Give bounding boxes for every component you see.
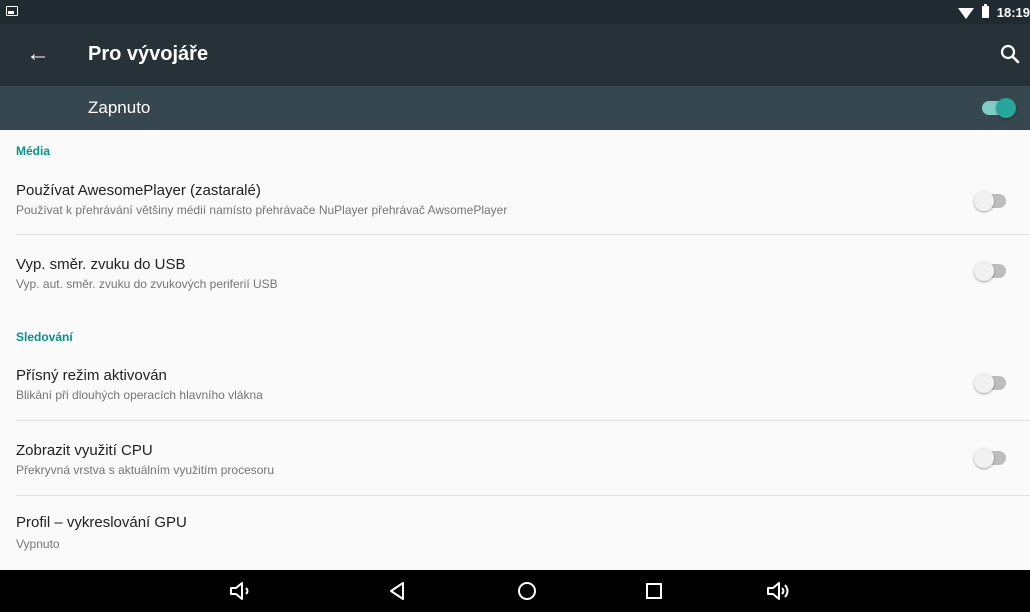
setting-subtitle: Překryvná vrstva s aktuálním využitím pr… — [16, 463, 275, 477]
setting-title: Používat AwesomePlayer (zastaralé) — [16, 182, 261, 199]
app-bar: ← Pro vývojáře — [0, 24, 1030, 86]
master-switch-label: Zapnuto — [88, 98, 151, 117]
master-switch-bar[interactable]: Zapnuto — [0, 86, 1030, 130]
status-icons: 18:19 — [957, 0, 1030, 24]
back-icon[interactable] — [385, 579, 411, 603]
page-title: Pro vývojáře — [88, 43, 209, 65]
master-switch[interactable] — [982, 98, 1016, 118]
strict-mode-switch[interactable] — [974, 373, 1008, 393]
divider — [16, 420, 1030, 421]
divider — [16, 495, 1030, 496]
setting-subtitle: Používat k přehrávání většiny médií namí… — [16, 203, 508, 217]
setting-gpu-rendering-profile[interactable]: Profil – vykreslování GPU Vypnuto — [0, 503, 1030, 565]
volume-down-icon[interactable] — [228, 579, 254, 603]
home-icon[interactable] — [514, 579, 540, 603]
usb-audio-switch[interactable] — [974, 261, 1008, 281]
image-notification-icon — [6, 6, 18, 16]
setting-awesomeplayer[interactable]: Používat AwesomePlayer (zastaralé) Použí… — [0, 170, 1030, 234]
setting-subtitle: Vyp. aut. směr. zvuku do zvukových perif… — [16, 277, 278, 291]
switch-thumb — [974, 448, 994, 468]
section-header-monitoring: Sledování — [16, 330, 73, 344]
setting-usb-audio-routing[interactable]: Vyp. směr. zvuku do USB Vyp. aut. směr. … — [0, 245, 1030, 309]
cpu-usage-switch[interactable] — [974, 448, 1008, 468]
setting-title: Profil – vykreslování GPU — [16, 514, 187, 531]
wifi-icon — [957, 7, 974, 19]
awesomeplayer-switch[interactable] — [974, 191, 1008, 211]
recents-icon[interactable] — [641, 579, 667, 603]
volume-up-icon[interactable] — [766, 579, 792, 603]
setting-title: Přísný režim aktivován — [16, 367, 167, 384]
section-header-media: Média — [16, 144, 51, 158]
navigation-bar — [0, 570, 1030, 612]
back-arrow-icon[interactable]: ← — [26, 40, 50, 68]
switch-thumb — [974, 261, 994, 281]
setting-title: Zobrazit využití CPU — [16, 442, 153, 459]
setting-subtitle: Blikání při dlouhých operacích hlavního … — [16, 388, 263, 402]
setting-strict-mode[interactable]: Přísný režim aktivován Blikání při dlouh… — [0, 356, 1030, 420]
setting-title: Vyp. směr. zvuku do USB — [16, 256, 186, 273]
status-time: 18:19 — [996, 4, 1030, 20]
search-icon[interactable] — [998, 42, 1022, 66]
switch-thumb — [974, 191, 994, 211]
switch-thumb — [974, 373, 994, 393]
switch-thumb — [996, 98, 1016, 118]
battery-icon — [981, 4, 989, 18]
setting-show-cpu-usage[interactable]: Zobrazit využití CPU Překryvná vrstva s … — [0, 431, 1030, 495]
setting-subtitle: Vypnuto — [16, 537, 60, 551]
status-bar: 18:19 — [0, 0, 1030, 24]
divider — [16, 234, 1030, 235]
